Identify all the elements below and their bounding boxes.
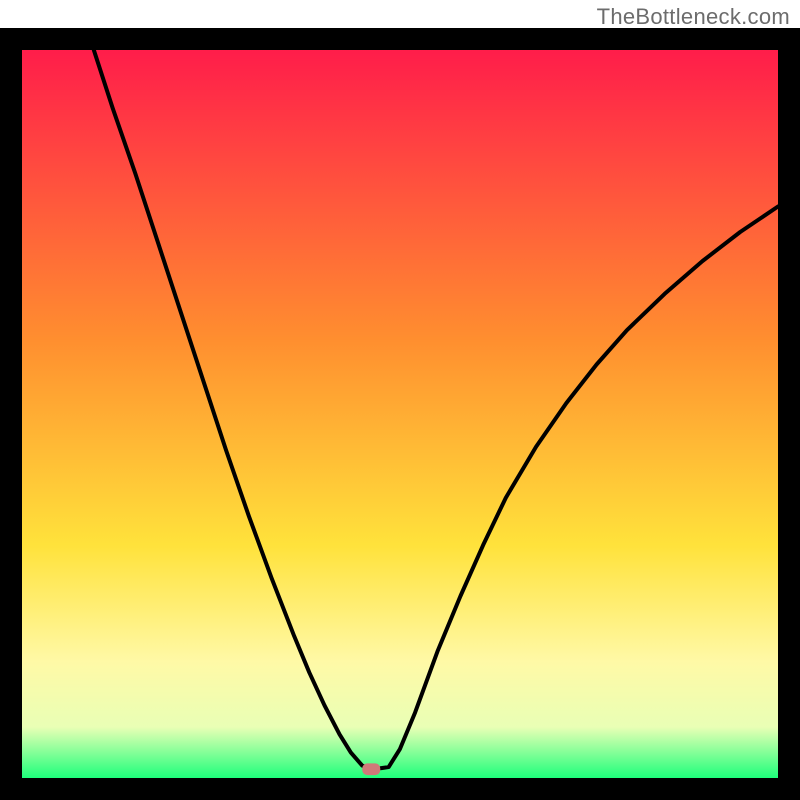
plot-background bbox=[22, 50, 778, 778]
optimal-point-marker bbox=[362, 763, 380, 775]
watermark-text: TheBottleneck.com bbox=[597, 4, 790, 30]
bottleneck-chart bbox=[0, 0, 800, 800]
chart-container: TheBottleneck.com bbox=[0, 0, 800, 800]
